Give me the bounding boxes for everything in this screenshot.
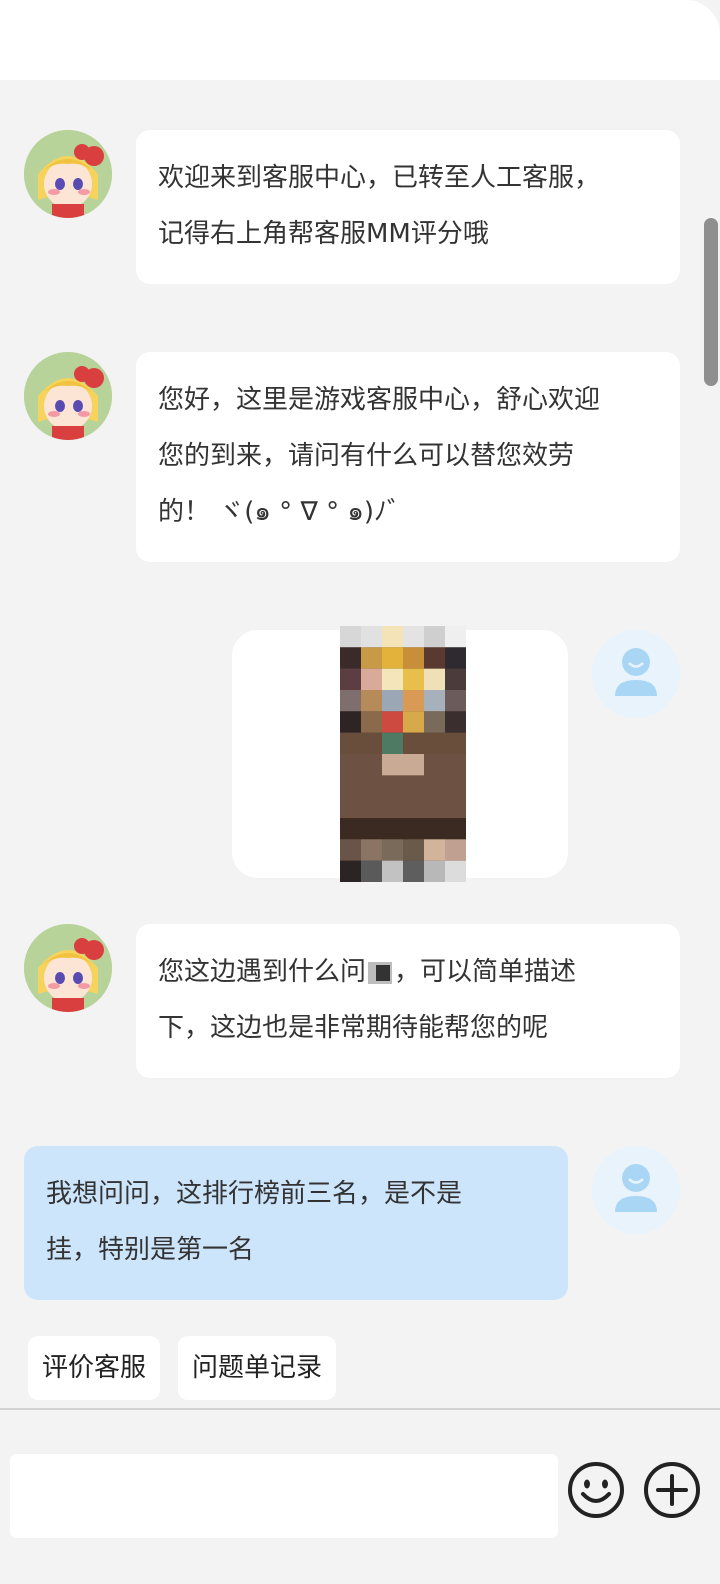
message-line: 下，这边也是非常期待能帮您的呢 xyxy=(158,1013,549,1043)
anime-girl-avatar-image xyxy=(24,924,112,1012)
ticket-history-button[interactable]: 问题单记录 xyxy=(178,1336,337,1400)
message-line: 您的到来，请问有什么可以替您效劳 xyxy=(158,441,575,471)
message-line: 记得右上角帮客服MM评分哦 xyxy=(158,219,489,249)
message-line: 我想问问，这排行榜前三名，是不是 xyxy=(46,1179,463,1209)
chat-area[interactable]: 欢迎来到客服中心，已转至人工客服， 记得右上角帮客服MM评分哦 您好，这里是游戏… xyxy=(0,80,720,1408)
message-line: 欢迎来到客服中心，已转至人工客服， xyxy=(158,163,601,193)
quick-actions: 评价客服 问题单记录 xyxy=(28,1336,337,1400)
message-line: 的！ ヾ(๑ ° ∇ ° ๑)ﾉ゛ xyxy=(158,497,414,527)
message-line: 您这边遇到什么问 ，可以简单描述 xyxy=(158,944,658,1000)
plus-circle-icon xyxy=(644,1462,700,1518)
message-line: 您好，这里是游戏客服中心，舒心欢迎 xyxy=(158,385,601,415)
agent-message-bubble[interactable]: 欢迎来到客服中心，已转至人工客服， 记得右上角帮客服MM评分哦 xyxy=(136,130,680,284)
anime-girl-avatar-image xyxy=(24,352,112,440)
user-avatar[interactable] xyxy=(592,1146,680,1234)
agent-avatar[interactable] xyxy=(24,130,112,218)
rate-agent-button[interactable]: 评价客服 xyxy=(28,1336,161,1400)
anime-girl-avatar-image xyxy=(24,130,112,218)
chat-scrollbar[interactable] xyxy=(704,218,718,386)
person-icon xyxy=(592,1146,680,1234)
user-avatar[interactable] xyxy=(592,630,680,718)
composer-bar xyxy=(0,1410,720,1584)
agent-message-bubble[interactable]: 您好，这里是游戏客服中心，舒心欢迎 您的到来，请问有什么可以替您效劳 的！ ヾ(… xyxy=(136,352,680,562)
agent-avatar[interactable] xyxy=(24,352,112,440)
user-image-message[interactable] xyxy=(232,626,568,882)
redacted-block-icon xyxy=(368,961,393,984)
person-icon xyxy=(592,630,680,718)
pixelated-screenshot-image xyxy=(340,626,466,882)
message-text: 您这边遇到什么问 xyxy=(158,957,367,987)
user-message-bubble[interactable]: 我想问问，这排行榜前三名，是不是 挂，特别是第一名 xyxy=(24,1146,568,1300)
top-bar xyxy=(0,0,720,80)
smiley-icon xyxy=(568,1462,624,1518)
message-text: ，可以简单描述 xyxy=(394,957,577,987)
message-line: 挂，特别是第一名 xyxy=(46,1235,255,1265)
message-input[interactable] xyxy=(10,1454,558,1538)
emoji-button[interactable] xyxy=(566,1460,626,1520)
agent-avatar[interactable] xyxy=(24,924,112,1012)
agent-message-bubble[interactable]: 您这边遇到什么问 ，可以简单描述 下，这边也是非常期待能帮您的呢 xyxy=(136,924,680,1078)
more-options-button[interactable] xyxy=(642,1460,702,1520)
